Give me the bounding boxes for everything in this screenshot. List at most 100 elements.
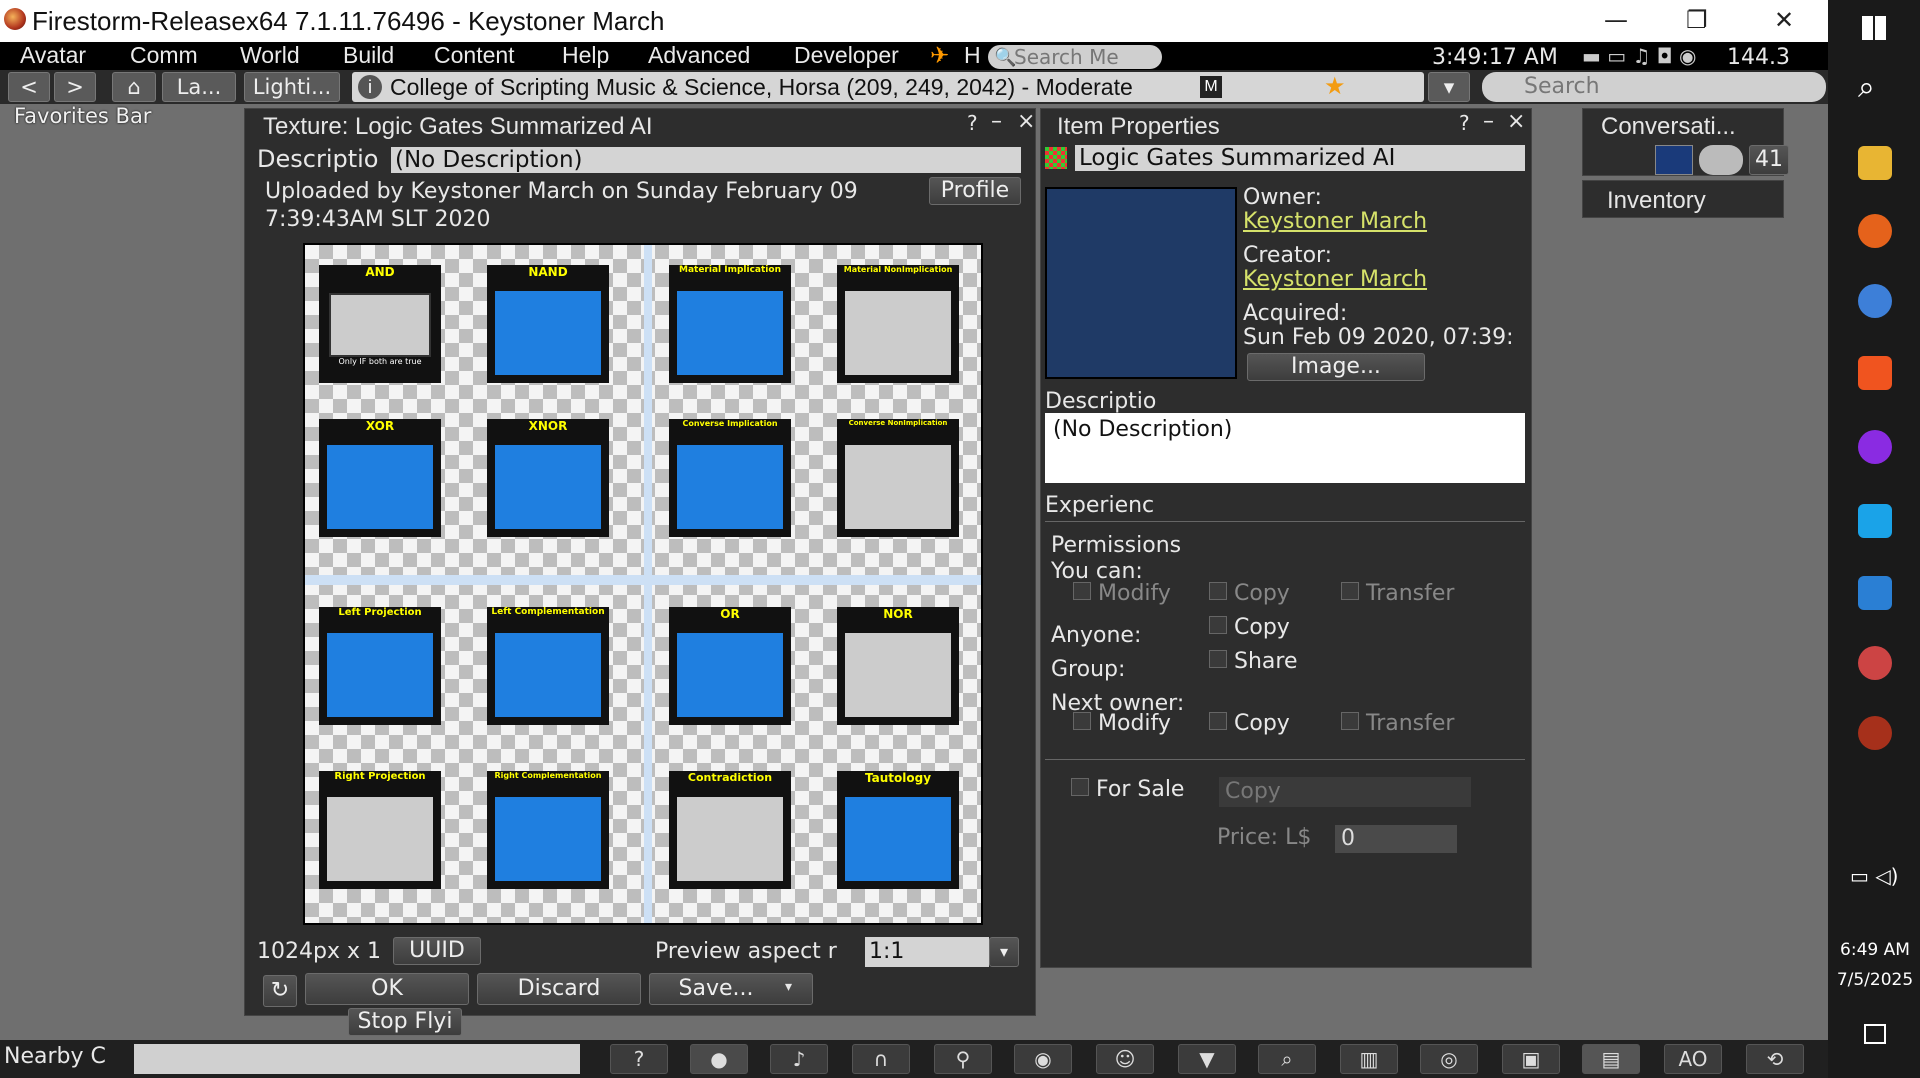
menu-help[interactable]: Help	[562, 42, 609, 69]
maximize-button[interactable]: ❐	[1686, 6, 1708, 34]
menu-content[interactable]: Content	[434, 42, 515, 69]
taskbar-date[interactable]: 7/5/2025	[1836, 970, 1914, 990]
firefox-icon[interactable]	[1858, 214, 1892, 248]
checkbox[interactable]	[1209, 712, 1227, 730]
aspect-dropdown-icon[interactable]: ▾	[989, 937, 1019, 967]
minimize-icon[interactable]: –	[1483, 109, 1494, 134]
help-icon[interactable]: ?	[967, 111, 978, 135]
movement-controls-icon[interactable]: ⟲	[1746, 1044, 1804, 1074]
creator-link[interactable]: Keystoner March	[1243, 267, 1427, 292]
checkbox[interactable]	[1209, 650, 1227, 668]
people-icon[interactable]: ☺	[1096, 1044, 1154, 1074]
menu-advanced[interactable]: Advanced	[648, 42, 750, 69]
view-eye-icon[interactable]: ◉	[1014, 1044, 1072, 1074]
chat-bubble-icon[interactable]: ●	[690, 1044, 748, 1074]
checkbox[interactable]	[1073, 712, 1091, 730]
you-copy[interactable]: Copy	[1209, 581, 1290, 606]
location-input[interactable]: i College of Scripting Music & Science, …	[352, 72, 1424, 102]
radar-icon[interactable]: ◎	[1420, 1044, 1478, 1074]
owner-link[interactable]: Keystoner March	[1243, 209, 1427, 234]
file-explorer-icon[interactable]	[1858, 146, 1892, 180]
game-icon[interactable]	[1858, 430, 1892, 464]
checkbox[interactable]	[1073, 582, 1091, 600]
next-transfer[interactable]: Transfer	[1341, 711, 1454, 736]
appearance-shirt-icon[interactable]: ▼	[1178, 1044, 1236, 1074]
ok-button[interactable]: OK	[305, 973, 469, 1005]
nav-search-input[interactable]: Search	[1482, 72, 1826, 102]
menu-h[interactable]: H	[964, 42, 981, 69]
for-sale-checkbox[interactable]: For Sale	[1071, 777, 1184, 802]
close-icon[interactable]: ×	[1017, 109, 1035, 134]
menu-developer[interactable]: Developer	[794, 42, 899, 69]
sale-type-select[interactable]: Copy	[1219, 777, 1471, 807]
firestorm-taskbar-icon[interactable]	[1858, 716, 1892, 750]
menu-comm[interactable]: Comm	[130, 42, 198, 69]
brave-icon[interactable]	[1858, 356, 1892, 390]
close-icon[interactable]: ×	[1507, 109, 1525, 134]
conversation-count[interactable]: 41	[1749, 145, 1789, 175]
checkbox[interactable]	[1209, 582, 1227, 600]
minimize-button[interactable]: —	[1604, 6, 1628, 34]
discard-button[interactable]: Discard	[477, 973, 641, 1005]
walk-icon[interactable]: ⚲	[934, 1044, 992, 1074]
profile-button[interactable]: Profile	[929, 177, 1021, 205]
firefox-dev-icon[interactable]	[1858, 284, 1892, 318]
wix-icon[interactable]	[1858, 504, 1892, 538]
group-share[interactable]: Share	[1209, 649, 1298, 674]
conversation-avatar[interactable]	[1655, 145, 1693, 175]
description-textarea[interactable]: (No Description)	[1045, 413, 1525, 483]
checkbox[interactable]	[1341, 712, 1359, 730]
favorite-star-icon[interactable]: ★	[1324, 72, 1346, 102]
menu-build[interactable]: Build	[343, 42, 394, 69]
snipping-icon[interactable]	[1858, 646, 1892, 680]
next-copy[interactable]: Copy	[1209, 711, 1290, 736]
menu-avatar[interactable]: Avatar	[20, 42, 86, 69]
price-input[interactable]: 0	[1335, 825, 1457, 853]
checkbox[interactable]	[1071, 778, 1089, 796]
forward-button[interactable]: >	[54, 72, 96, 102]
image-button[interactable]: Image...	[1247, 353, 1425, 381]
info-icon[interactable]: i	[358, 75, 382, 99]
help-icon[interactable]: ?	[1459, 111, 1470, 135]
close-button[interactable]: ✕	[1774, 6, 1794, 34]
anyone-copy[interactable]: Copy	[1209, 615, 1290, 640]
description-field[interactable]: (No Description)	[391, 147, 1021, 173]
next-modify[interactable]: Modify	[1073, 711, 1171, 736]
home-button[interactable]: ⌂	[112, 72, 156, 102]
ao-button[interactable]: AO	[1664, 1044, 1722, 1074]
you-transfer[interactable]: Transfer	[1341, 581, 1454, 606]
microphone-icon[interactable]: ♪	[770, 1044, 828, 1074]
landmark-button[interactable]: La...	[162, 72, 236, 102]
lighting-button[interactable]: Lighti...	[244, 72, 340, 102]
checkbox[interactable]	[1341, 582, 1359, 600]
item-name-field[interactable]: Logic Gates Summarized AI	[1075, 145, 1525, 171]
media-icons[interactable]: ▬ ▭ ♫ ◘ ◉	[1582, 44, 1696, 68]
refresh-icon[interactable]: ↻	[263, 975, 297, 1007]
vscode-icon[interactable]	[1858, 576, 1892, 610]
network-icon[interactable]: ▭ ◁)	[1850, 864, 1898, 888]
back-button[interactable]: <	[8, 72, 50, 102]
snapshot-camera-icon[interactable]: ▣	[1502, 1044, 1560, 1074]
search-icon[interactable]: ⌕	[1858, 70, 1875, 105]
windows-start-icon[interactable]	[1862, 16, 1886, 40]
pathfinding-icon[interactable]: ✈	[930, 42, 949, 69]
headphones-icon[interactable]: ∩	[852, 1044, 910, 1074]
chat-input[interactable]	[134, 1044, 580, 1074]
notification-icon[interactable]	[1864, 1024, 1886, 1044]
taskbar-time[interactable]: 6:49 AM	[1840, 940, 1910, 960]
menu-world[interactable]: World	[240, 42, 300, 69]
minimize-icon[interactable]: –	[991, 109, 1002, 134]
location-dropdown-button[interactable]: ▾	[1428, 72, 1470, 102]
help-toolbar-icon[interactable]: ?	[610, 1044, 668, 1074]
search-toolbar-icon[interactable]: ⌕	[1258, 1044, 1316, 1074]
inventory-toolbar-icon[interactable]: ▤	[1582, 1044, 1640, 1074]
map-icon[interactable]: ▥	[1340, 1044, 1398, 1074]
you-modify[interactable]: Modify	[1073, 581, 1171, 606]
checkbox[interactable]	[1209, 616, 1227, 634]
uuid-button[interactable]: UUID	[393, 937, 481, 965]
save-dropdown-icon[interactable]: ▾	[785, 979, 792, 995]
nearby-chat-icon[interactable]	[1699, 145, 1743, 175]
stop-flying-button[interactable]: Stop Flyi	[348, 1008, 462, 1036]
copy-label: Copy	[1234, 711, 1290, 736]
aspect-select[interactable]: 1:1	[865, 937, 989, 967]
